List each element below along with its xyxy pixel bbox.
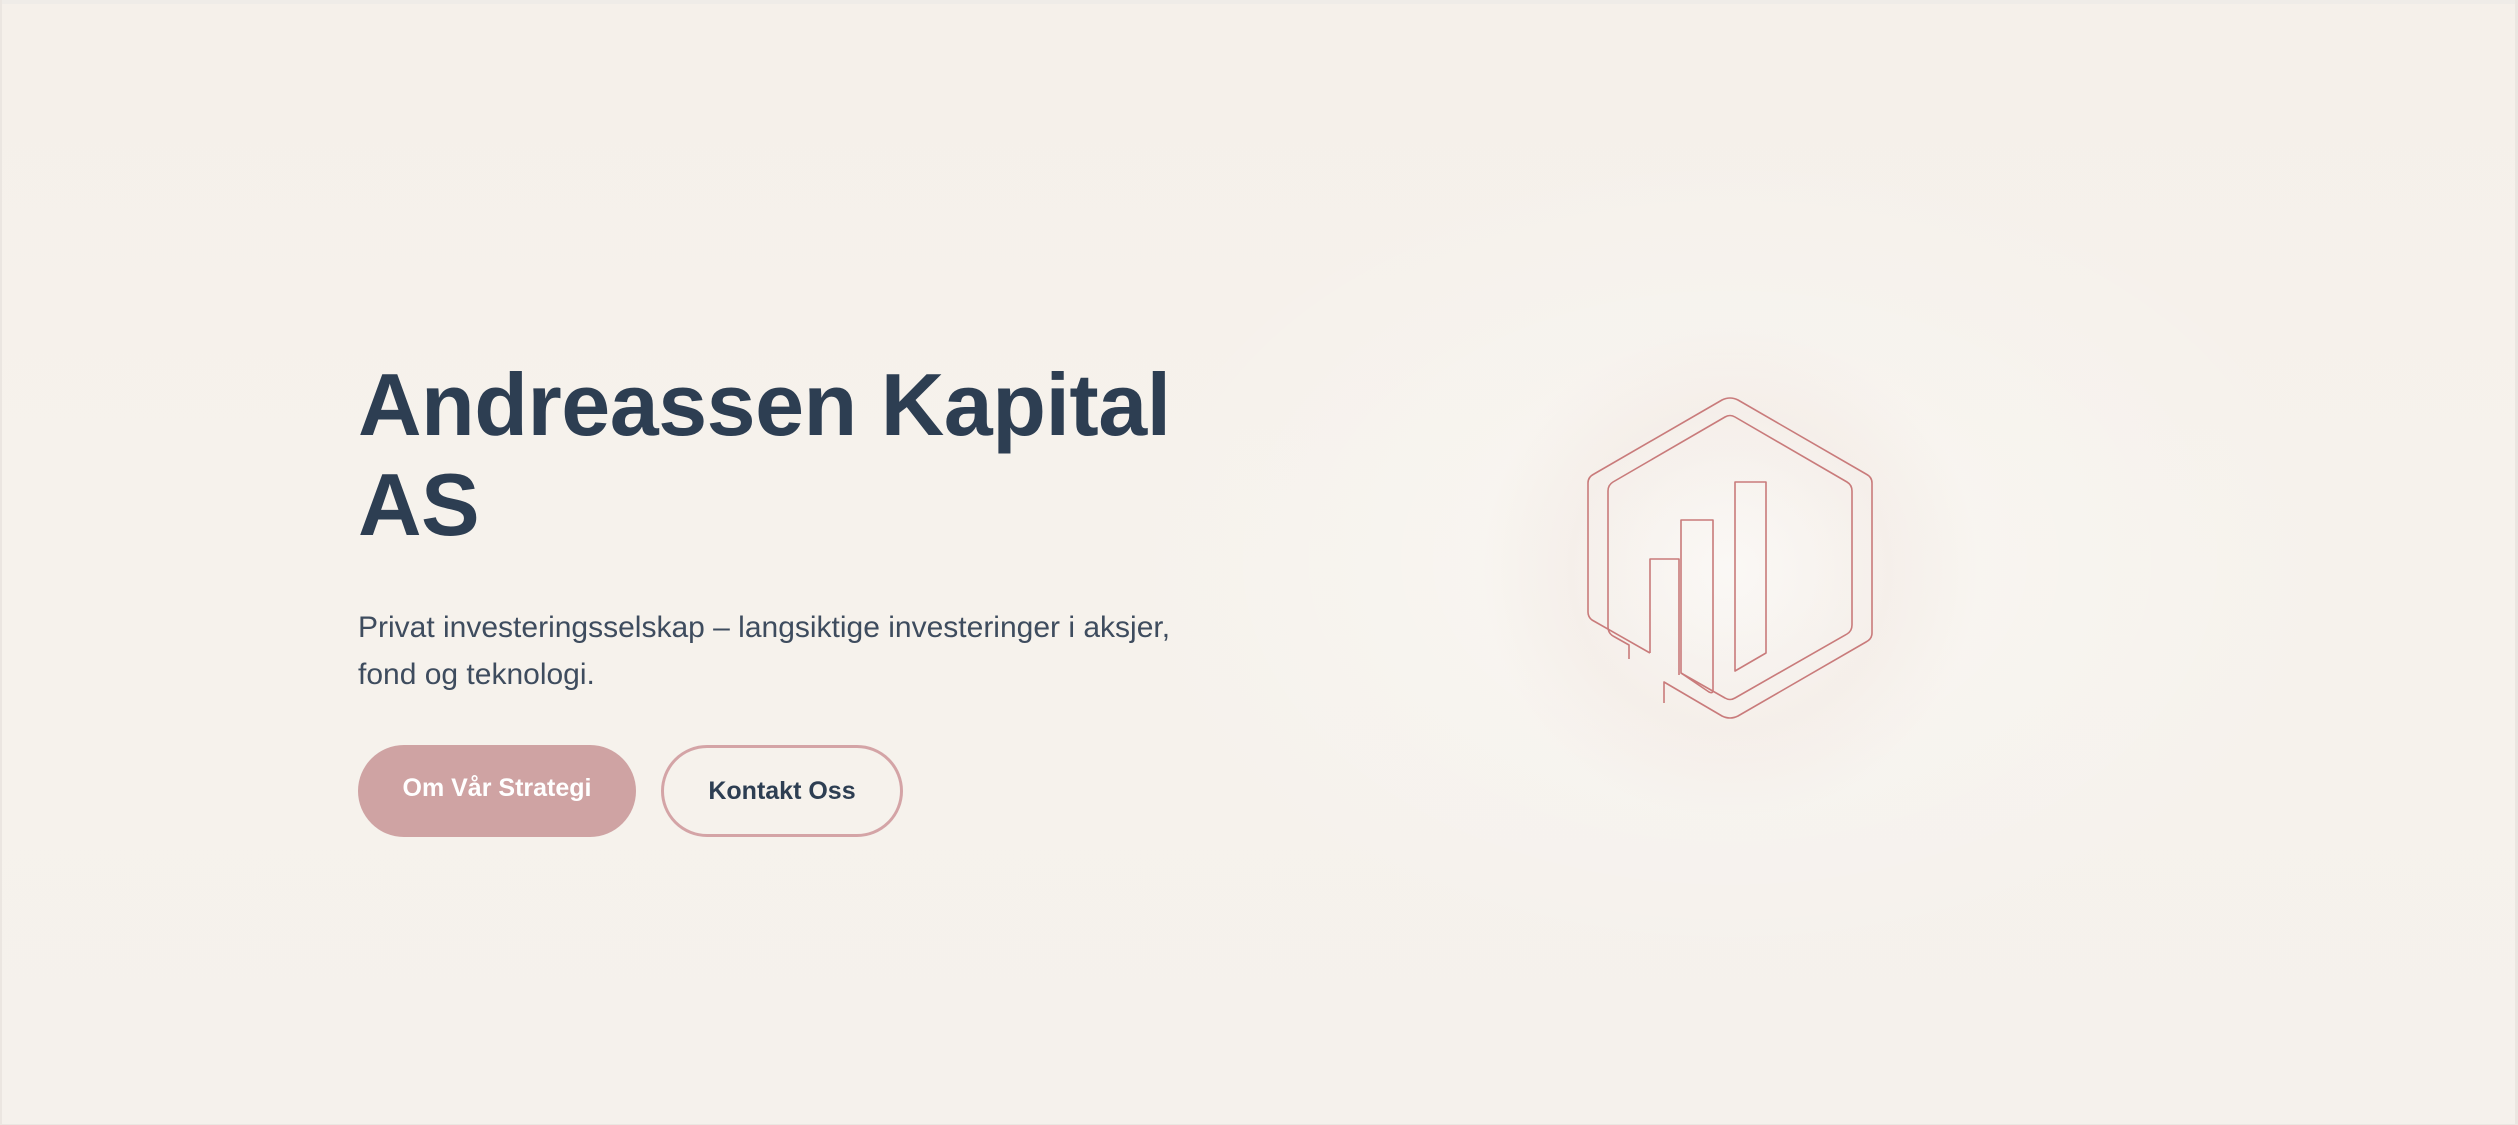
hero-actions: Om Vår Strategi Kontakt Oss (358, 745, 1258, 837)
bar-tall (1734, 481, 1767, 672)
top-border (0, 0, 2518, 4)
bar-short (1649, 558, 1680, 675)
left-border (0, 0, 2, 1125)
logo-strokes (1587, 397, 1873, 719)
hero-section: Andreassen Kapital AS Privat investering… (0, 0, 2518, 1125)
hexagon-inner (1607, 414, 1853, 701)
contact-button[interactable]: Kontakt Oss (661, 745, 903, 837)
strategy-button[interactable]: Om Vår Strategi (358, 745, 636, 837)
hexagon-outer (1587, 397, 1873, 719)
hero-subtitle: Privat investeringsselskap – langsiktige… (358, 611, 1171, 691)
title-line-1: Andreassen Kapital (358, 355, 1171, 454)
bar-medium (1680, 519, 1714, 694)
company-title: Andreassen Kapital AS (358, 355, 1258, 555)
title-line-2: AS (358, 455, 480, 554)
hero-content: Andreassen Kapital AS Privat investering… (358, 355, 1258, 837)
hexagon-bar-chart-icon (1587, 397, 1873, 719)
